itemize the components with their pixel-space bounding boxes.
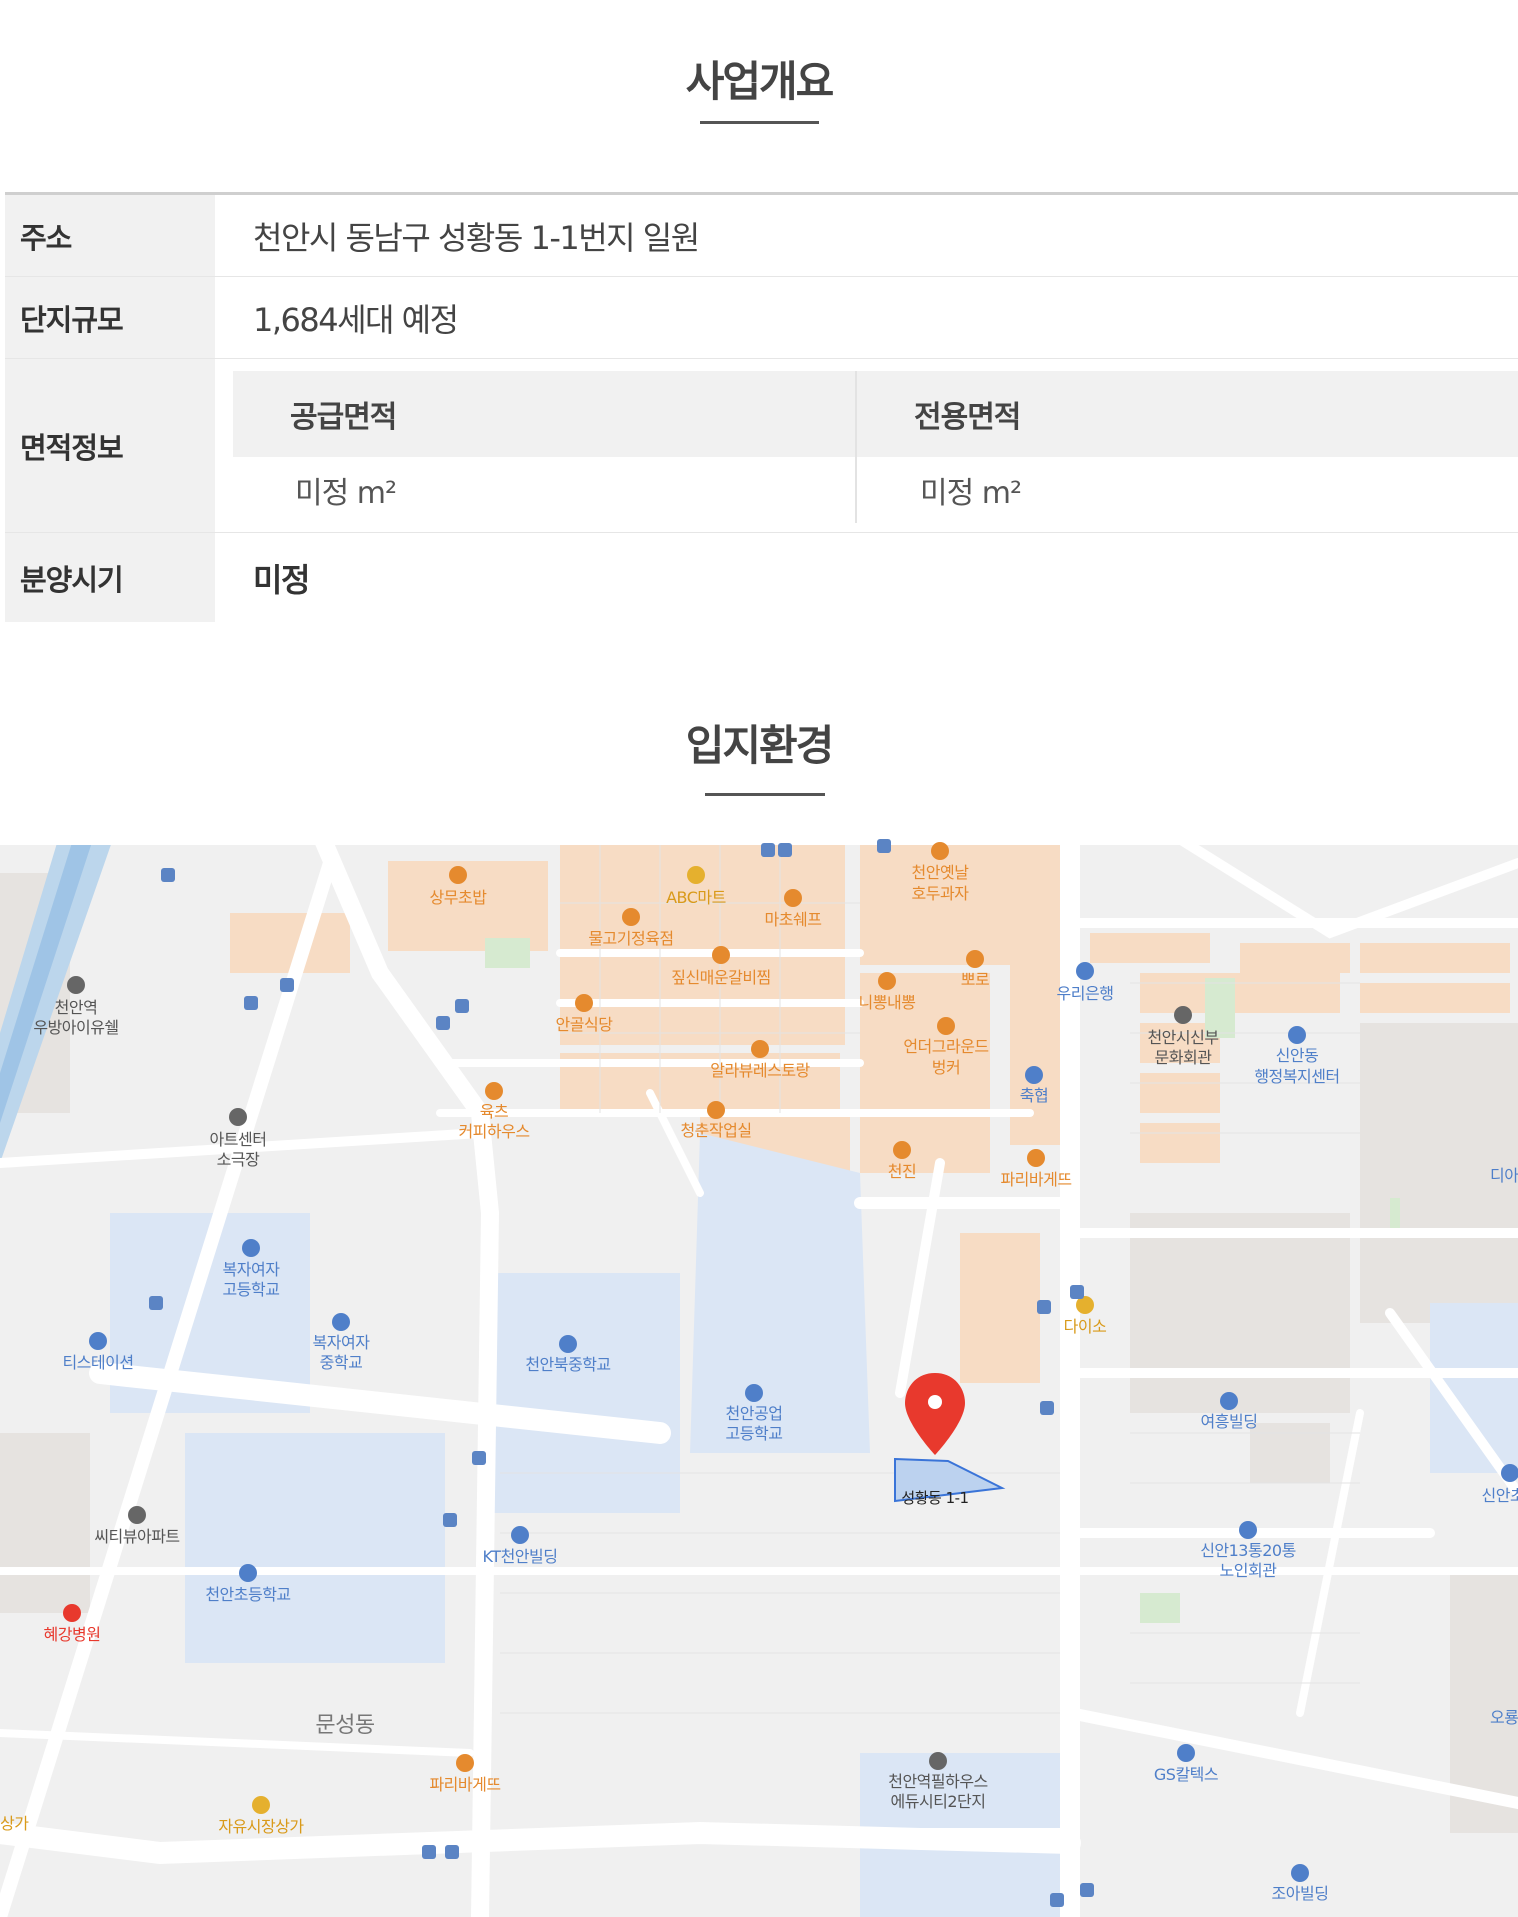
overview-title: 사업개요 <box>685 57 835 106</box>
supply-area-header: 공급면적 <box>233 371 855 457</box>
poi-label: 디아 <box>1490 1166 1518 1185</box>
poi-label: 천안역필하우스 <box>888 1772 988 1791</box>
poi-label: 천안역 <box>55 998 98 1017</box>
poi-label: 노인회관 <box>1220 1561 1278 1580</box>
poi-label: 소극장 <box>217 1150 260 1169</box>
poi-label: 마초쉐프 <box>765 910 822 929</box>
exclusive-area-value: 미정 m² <box>920 476 1022 511</box>
poi-label: 천안초등학교 <box>205 1585 290 1604</box>
poi-label: 티스테이션 <box>62 1353 133 1372</box>
poi-label: 니뽕내뽕 <box>859 993 916 1012</box>
poi-label: 조아빌딩 <box>1272 1884 1329 1903</box>
poi-label: 씨티뷰아파트 <box>94 1527 179 1546</box>
sale-label: 분양시기 <box>5 533 215 622</box>
poi-label: 천안공업 <box>726 1404 783 1423</box>
scale-row: 단지규모 1,684세대 예정 <box>5 277 1518 359</box>
poi-label: 호두과자 <box>912 884 970 903</box>
poi-label: ABC마트 <box>666 888 726 907</box>
poi-label: KT천안빌딩 <box>483 1547 558 1566</box>
poi-label: 문화회관 <box>1155 1048 1213 1067</box>
poi-label: 행정복지센터 <box>1254 1067 1339 1086</box>
poi-label: 축협 <box>1020 1086 1048 1105</box>
poi-label: 중학교 <box>320 1353 363 1372</box>
poi-label: 다이소 <box>1064 1317 1107 1336</box>
address-value: 천안시 동남구 성황동 1-1번지 일원 <box>253 218 700 257</box>
area-label: 면적정보 <box>5 359 215 532</box>
poi-label: 에듀시티2단지 <box>891 1792 986 1811</box>
exclusive-area-header: 전용면적 <box>857 371 1518 457</box>
poi-label: 상가 <box>0 1814 29 1833</box>
poi-label: 파리바게뜨 <box>1000 1170 1071 1189</box>
overview-title-underline <box>700 121 819 124</box>
poi-label: 뽀로 <box>961 970 989 989</box>
area-row: 면적정보 공급면적 전용면적 미정 m² 미정 m² <box>5 359 1518 533</box>
sale-value: 미정 <box>253 560 310 599</box>
poi-label: 고등학교 <box>726 1424 783 1443</box>
poi-label: 복자여자 <box>313 1333 371 1352</box>
poi-label: 파리바게뜨 <box>429 1775 500 1794</box>
poi-label: 아트센터 <box>210 1130 267 1149</box>
marker-label: 성황동 1-1 <box>901 1489 968 1507</box>
poi-label: 여흥빌딩 <box>1201 1412 1258 1431</box>
poi-label: 천진 <box>888 1162 916 1181</box>
poi-label: 육츠 <box>480 1102 508 1121</box>
overview-table: 주소 천안시 동남구 성황동 1-1번지 일원 단지규모 1,684세대 예정 … <box>5 192 1518 622</box>
poi-label: 고등학교 <box>223 1280 280 1299</box>
poi-label: 알라뷰레스토랑 <box>710 1061 810 1080</box>
poi-label: 상무초밥 <box>430 888 488 907</box>
poi-label: 물고기정육점 <box>588 929 673 948</box>
poi-label: 커피하우스 <box>458 1122 529 1141</box>
location-title: 입지환경 <box>685 721 835 770</box>
poi-label: 언더그라운드 <box>903 1037 988 1056</box>
scale-value: 1,684세대 예정 <box>253 300 459 339</box>
map-canvas: 성황동 1-1 상무초밥 ABC마트 천안옛날 호두과자 물고기정육점 마초쉐프… <box>0 833 1518 1917</box>
poi-label: 벙커 <box>932 1058 960 1077</box>
supply-area-value: 미정 m² <box>295 476 397 511</box>
address-row: 주소 천안시 동남구 성황동 1-1번지 일원 <box>5 195 1518 277</box>
poi-label: 천안옛날 <box>912 863 970 882</box>
sale-row: 분양시기 미정 <box>5 533 1518 622</box>
location-map[interactable]: 성황동 1-1 상무초밥 ABC마트 천안옛날 호두과자 물고기정육점 마초쉐프… <box>0 833 1518 1917</box>
scale-label: 단지규모 <box>5 277 215 358</box>
poi-label: 청춘작업실 <box>680 1121 751 1140</box>
poi-label: GS칼텍스 <box>1154 1765 1218 1784</box>
location-title-underline <box>705 793 825 796</box>
poi-label: 자유시장상가 <box>218 1817 304 1836</box>
poi-label: 안골식당 <box>556 1015 614 1034</box>
poi-label: 신안13통20통 <box>1200 1541 1296 1560</box>
poi-label: 천안시신부 <box>1147 1028 1218 1047</box>
poi-label: 신안동 <box>1276 1046 1319 1065</box>
poi-label: 혜강병원 <box>44 1625 101 1644</box>
poi-label: 우방아이유쉘 <box>33 1018 118 1037</box>
poi-label: 오룡 <box>1490 1708 1518 1727</box>
poi-label: 신안초등 <box>1482 1486 1518 1505</box>
poi-label: 천안북중학교 <box>525 1355 610 1374</box>
poi-label: 짚신매운갈비찜 <box>671 968 771 987</box>
poi-label: 문성동 <box>315 1713 374 1738</box>
address-label: 주소 <box>5 195 215 276</box>
poi-label: 우리은행 <box>1057 984 1114 1003</box>
poi-label: 복자여자 <box>223 1260 281 1279</box>
